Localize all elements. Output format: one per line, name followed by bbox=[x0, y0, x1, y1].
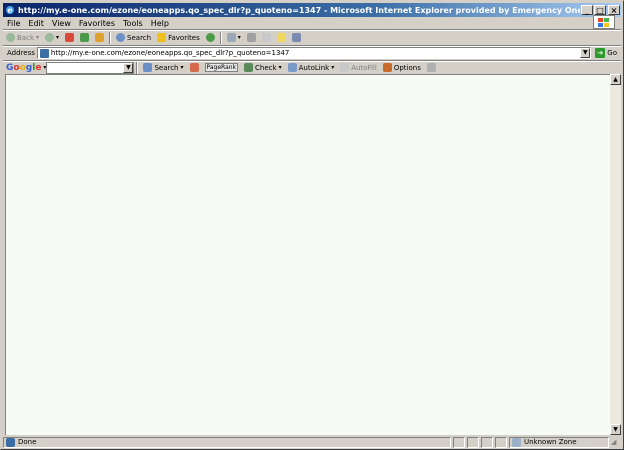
go-arrow-icon: ➔ bbox=[595, 48, 606, 58]
status-zone-pane: Unknown Zone bbox=[509, 436, 609, 448]
spell-check-button[interactable]: Check ▾ bbox=[241, 61, 285, 75]
discuss-icon bbox=[276, 33, 286, 42]
toolbar-separator bbox=[109, 31, 112, 44]
page-done-icon bbox=[6, 437, 15, 447]
home-button[interactable] bbox=[92, 31, 107, 45]
forward-button[interactable]: ▾ bbox=[42, 31, 62, 45]
autofill-button[interactable]: AutoFill bbox=[337, 61, 380, 75]
google-toolbar: Google ▾ ▼ Search ▾ PageRank Check ▾ Aut… bbox=[3, 61, 621, 74]
status-main-pane: Done bbox=[3, 436, 451, 448]
zone-icon bbox=[512, 437, 521, 447]
address-bar: Address http://my.e-one.com/ezone/eoneap… bbox=[3, 46, 621, 60]
page-content-area[interactable] bbox=[5, 74, 610, 435]
chevron-down-icon: ▾ bbox=[278, 64, 282, 71]
toolbar-separator bbox=[136, 61, 139, 74]
address-label: Address bbox=[7, 49, 35, 57]
pagerank-label: PageRank bbox=[204, 63, 239, 72]
refresh-button[interactable] bbox=[77, 31, 92, 45]
browser-window: e http://my.e-one.com/ezone/eoneapps.qo_… bbox=[0, 0, 624, 450]
back-button[interactable]: Back ▾ bbox=[3, 31, 42, 45]
favorites-button[interactable]: Favorites bbox=[154, 31, 203, 45]
google-search-dropdown-button[interactable]: ▼ bbox=[123, 62, 134, 73]
menu-favorites[interactable]: Favorites bbox=[75, 19, 119, 28]
forward-arrow-icon bbox=[45, 33, 55, 42]
menu-tools[interactable]: Tools bbox=[119, 19, 147, 28]
menu-bar: File Edit View Favorites Tools Help bbox=[3, 17, 621, 29]
back-arrow-icon bbox=[6, 33, 15, 42]
chevron-down-icon: ▾ bbox=[331, 64, 335, 71]
address-dropdown-button[interactable]: ▼ bbox=[580, 48, 591, 58]
scroll-up-button[interactable]: ▲ bbox=[610, 74, 621, 85]
discuss-button[interactable] bbox=[274, 31, 289, 45]
address-url: http://my.e-one.com/ezone/eoneapps.qo_sp… bbox=[50, 49, 290, 57]
google-logo[interactable]: Google bbox=[3, 63, 43, 73]
status-pane-blank-3 bbox=[481, 436, 493, 448]
menu-file[interactable]: File bbox=[3, 19, 24, 28]
chevron-down-icon: ▾ bbox=[180, 64, 184, 71]
options-icon bbox=[382, 63, 392, 72]
status-bar: Done Unknown Zone ◢ bbox=[3, 436, 621, 448]
go-button[interactable]: ➔ Go bbox=[591, 48, 621, 58]
popup-blocker-button[interactable] bbox=[187, 61, 202, 75]
pagerank-button[interactable]: PageRank bbox=[202, 61, 242, 75]
menu-help[interactable]: Help bbox=[147, 19, 173, 28]
ie-icon: e bbox=[5, 5, 15, 15]
messenger-icon bbox=[291, 33, 301, 42]
highlight-button[interactable] bbox=[424, 61, 439, 75]
address-input[interactable]: http://my.e-one.com/ezone/eoneapps.qo_sp… bbox=[36, 47, 592, 59]
close-button[interactable]: × bbox=[608, 5, 620, 15]
history-icon bbox=[205, 33, 215, 42]
status-pane-blank-1 bbox=[453, 436, 465, 448]
chevron-down-icon: ▾ bbox=[56, 34, 60, 41]
autofill-icon bbox=[340, 63, 350, 72]
google-search-button[interactable]: Search ▾ bbox=[140, 61, 186, 75]
standard-toolbar: Back ▾ ▾ Search Favorites ▾ bbox=[3, 30, 621, 45]
star-icon bbox=[157, 33, 167, 42]
print-button[interactable] bbox=[244, 31, 259, 45]
highlighter-icon bbox=[426, 63, 436, 72]
edit-icon bbox=[261, 33, 271, 42]
minimize-button[interactable]: _ bbox=[581, 5, 593, 15]
messenger-button[interactable] bbox=[289, 31, 304, 45]
history-button[interactable] bbox=[203, 31, 218, 45]
chevron-down-icon: ▾ bbox=[237, 34, 241, 41]
options-button[interactable]: Options bbox=[380, 61, 424, 75]
popup-blocker-icon bbox=[189, 63, 199, 72]
status-pane-blank-4 bbox=[495, 436, 507, 448]
spell-check-icon bbox=[244, 63, 254, 72]
menu-edit[interactable]: Edit bbox=[24, 19, 48, 28]
svg-text:e: e bbox=[7, 5, 12, 15]
refresh-icon bbox=[80, 33, 90, 42]
stop-button[interactable] bbox=[62, 31, 77, 45]
page-icon bbox=[39, 48, 49, 58]
status-text: Done bbox=[18, 438, 37, 446]
edit-button[interactable] bbox=[259, 31, 274, 45]
mail-button[interactable]: ▾ bbox=[224, 31, 244, 45]
autolink-icon bbox=[287, 63, 297, 72]
toolbar-separator bbox=[219, 31, 222, 44]
print-icon bbox=[246, 33, 256, 42]
menu-view[interactable]: View bbox=[48, 19, 75, 28]
stop-icon bbox=[65, 33, 75, 42]
google-search-icon bbox=[143, 63, 153, 72]
scroll-down-button[interactable]: ▼ bbox=[610, 424, 621, 435]
search-icon bbox=[116, 33, 126, 42]
vertical-scrollbar[interactable]: ▲ ▼ bbox=[610, 74, 621, 435]
windows-logo-icon bbox=[593, 15, 615, 29]
zone-text: Unknown Zone bbox=[524, 438, 577, 446]
status-pane-blank-2 bbox=[467, 436, 479, 448]
autolink-button[interactable]: AutoLink ▾ bbox=[285, 61, 338, 75]
home-icon bbox=[95, 33, 105, 42]
mail-icon bbox=[226, 33, 236, 42]
search-button[interactable]: Search bbox=[113, 31, 154, 45]
maximize-button[interactable]: □ bbox=[594, 5, 606, 15]
resize-grip-icon[interactable]: ◢ bbox=[611, 438, 621, 446]
chevron-down-icon: ▾ bbox=[36, 34, 40, 41]
google-search-input[interactable]: ▼ bbox=[46, 61, 135, 74]
window-title: http://my.e-one.com/ezone/eoneapps.qo_sp… bbox=[18, 5, 580, 15]
title-bar[interactable]: e http://my.e-one.com/ezone/eoneapps.qo_… bbox=[3, 3, 621, 17]
